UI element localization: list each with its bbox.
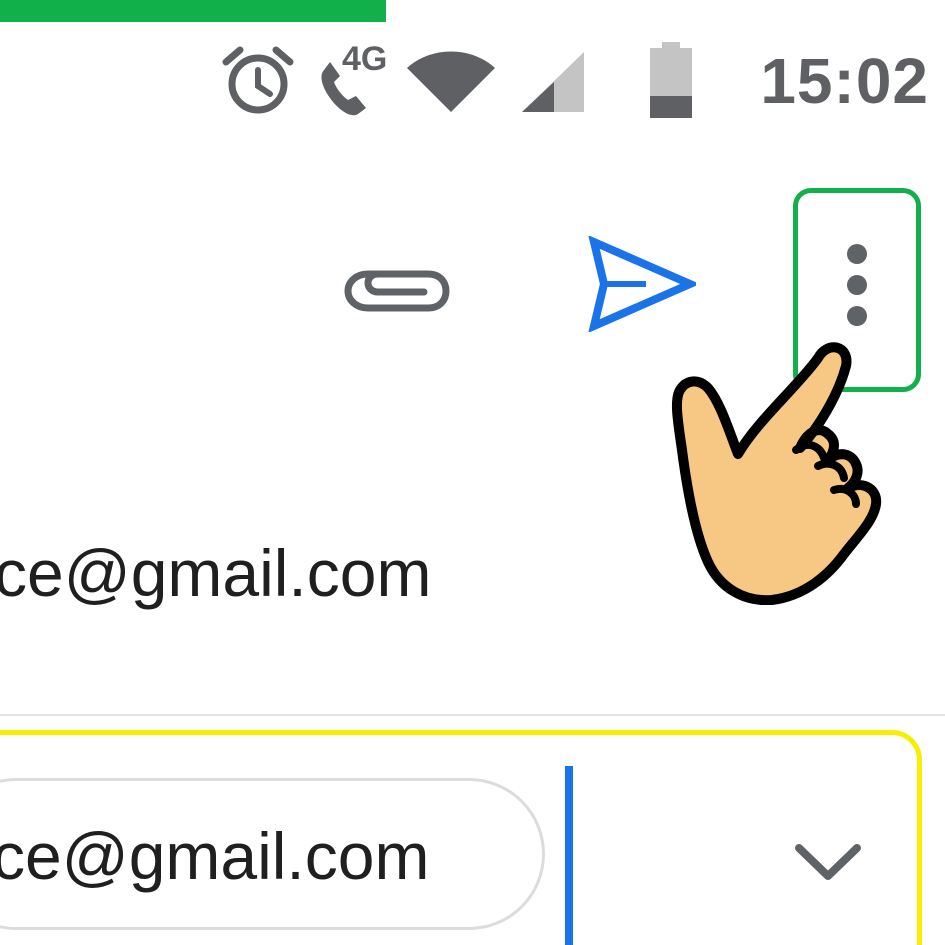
chevron-down-icon[interactable] — [793, 840, 863, 884]
alarm-icon — [222, 46, 294, 114]
compose-screen: 4G 15:02 ce@gmail.com ce@gmail.com — [0, 0, 945, 945]
divider — [0, 714, 945, 716]
attach-icon[interactable] — [342, 258, 452, 318]
from-field-value[interactable]: ce@gmail.com — [0, 535, 431, 611]
text-cursor — [565, 766, 573, 945]
wifi-icon — [407, 51, 495, 112]
status-bar: 4G 15:02 — [0, 30, 945, 130]
battery-icon — [650, 42, 692, 118]
cell-signal-icon — [522, 52, 584, 112]
recipient-chip-label: ce@gmail.com — [0, 819, 430, 893]
status-time: 15:02 — [760, 45, 929, 117]
send-icon[interactable] — [586, 236, 696, 332]
hand-pointer-icon — [671, 342, 882, 605]
network-type-label: 4G — [342, 40, 388, 78]
progress-bar — [0, 0, 386, 22]
more-vert-icon[interactable] — [843, 243, 871, 327]
